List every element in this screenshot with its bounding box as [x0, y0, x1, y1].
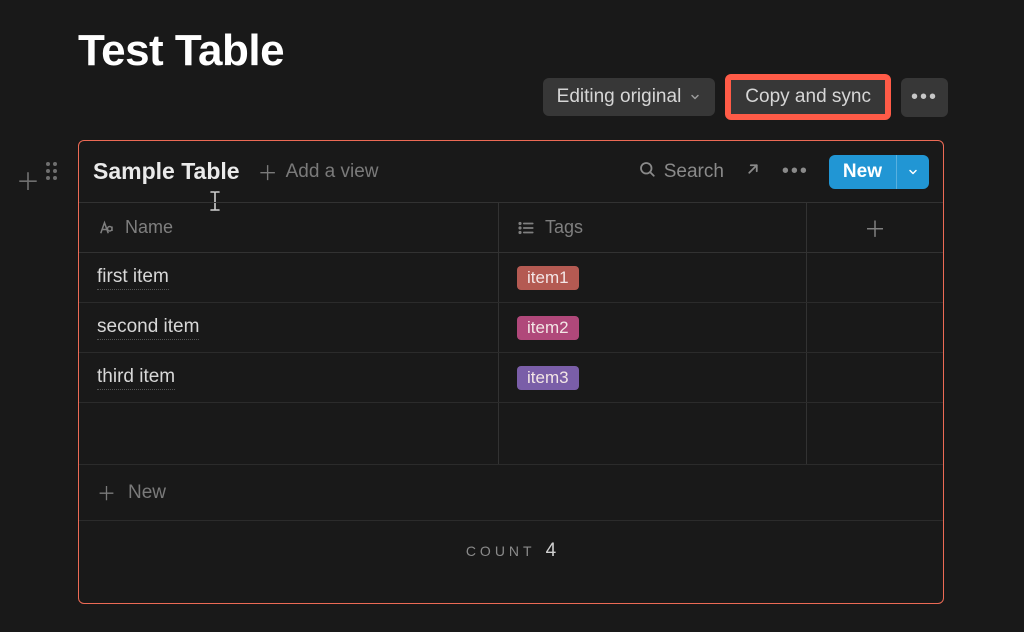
new-row-button[interactable]: ＋ New [79, 465, 943, 521]
search-label: Search [664, 161, 724, 183]
database-header: Sample Table ＋ Add a view Search ••• New [79, 141, 943, 203]
copy-and-sync-label: Copy and sync [745, 86, 871, 108]
block-more-button[interactable]: ••• [901, 78, 948, 117]
search-icon [638, 160, 656, 184]
empty-cell[interactable] [807, 253, 943, 302]
name-text: third item [97, 366, 175, 390]
chevron-down-icon [689, 91, 701, 103]
database-block: Sample Table ＋ Add a view Search ••• New [78, 140, 944, 604]
name-cell[interactable]: second item [79, 303, 499, 352]
new-record-button[interactable]: New [829, 155, 929, 189]
table-row[interactable]: second item item2 [79, 303, 943, 353]
empty-cell[interactable] [807, 353, 943, 402]
plus-icon: ＋ [864, 212, 886, 244]
ellipsis-icon: ••• [911, 86, 938, 108]
column-tags-label: Tags [545, 217, 583, 238]
tags-cell[interactable]: item3 [499, 353, 807, 402]
new-row-label: New [128, 482, 166, 504]
add-view-label: Add a view [286, 161, 379, 183]
block-toolbar: Editing original Copy and sync ••• [543, 74, 948, 120]
add-view-button[interactable]: ＋ Add a view [258, 157, 379, 186]
table-row[interactable]: third item item3 [79, 353, 943, 403]
ellipsis-icon: ••• [782, 160, 809, 182]
count-value: 4 [546, 540, 557, 562]
page-title: Test Table [78, 26, 284, 76]
database-footer: Count 4 [79, 521, 943, 581]
column-header-name[interactable]: Name [79, 203, 499, 252]
copy-and-sync-button[interactable]: Copy and sync [725, 74, 891, 120]
tags-cell[interactable]: item1 [499, 253, 807, 302]
name-text: second item [97, 316, 199, 340]
plus-icon: ＋ [258, 157, 278, 186]
name-text: first item [97, 266, 169, 290]
plus-icon: ＋ [16, 169, 40, 196]
database-more-button[interactable]: ••• [782, 160, 809, 183]
count-label: Count [466, 543, 536, 559]
expand-button[interactable] [744, 160, 762, 183]
plus-icon: ＋ [97, 479, 116, 506]
add-block-button[interactable]: ＋ [16, 162, 40, 197]
tags-cell[interactable]: item2 [499, 303, 807, 352]
database-title[interactable]: Sample Table [93, 158, 240, 185]
new-record-label: New [829, 155, 896, 189]
tag-chip: item2 [517, 316, 579, 340]
drag-handle[interactable] [46, 162, 57, 180]
empty-cell[interactable] [807, 303, 943, 352]
column-header-tags[interactable]: Tags [499, 203, 807, 252]
column-header-row: Name Tags ＋ [79, 203, 943, 253]
editing-original-dropdown[interactable]: Editing original [543, 78, 716, 116]
tag-chip: item3 [517, 366, 579, 390]
name-cell[interactable]: third item [79, 353, 499, 402]
title-property-icon [97, 219, 115, 237]
name-cell[interactable]: first item [79, 253, 499, 302]
column-name-label: Name [125, 217, 173, 238]
tag-chip: item1 [517, 266, 579, 290]
search-button[interactable]: Search [638, 160, 724, 184]
new-record-dropdown[interactable] [896, 155, 929, 189]
empty-area [79, 403, 943, 465]
add-column-button[interactable]: ＋ [807, 203, 943, 252]
multiselect-property-icon [517, 219, 535, 237]
table-row[interactable]: first item item1 [79, 253, 943, 303]
editing-original-label: Editing original [557, 86, 682, 108]
